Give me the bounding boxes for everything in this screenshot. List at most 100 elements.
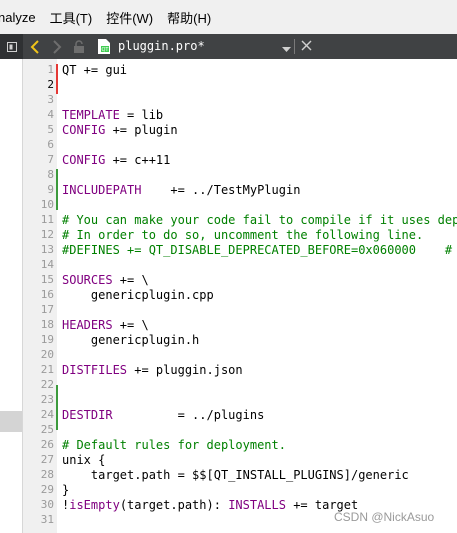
line-number: 3 bbox=[47, 93, 54, 106]
split-view-toggle-icon[interactable] bbox=[0, 34, 23, 59]
code-text: += \ bbox=[112, 318, 149, 332]
line-number: 6 bbox=[47, 138, 54, 151]
line-number: 8 bbox=[47, 168, 54, 181]
toolbar-separator bbox=[294, 39, 295, 54]
line-number-gutter: 1 2 3 4 5 6 7 8 9 10 11 12 13 14 15 16 17 18 19 20 21 22 23 24 2… bbox=[23, 59, 57, 533]
line-number: 7 bbox=[47, 153, 54, 166]
code-text: } bbox=[62, 483, 70, 497]
code-line[interactable]: CONFIG += plugin bbox=[62, 123, 178, 138]
code-comment: #DEFINES += QT_DISABLE_DEPRECATED_BEFORE… bbox=[62, 243, 457, 257]
line-number: 29 bbox=[40, 483, 54, 496]
lock-icon bbox=[73, 34, 85, 59]
line-number: 25 bbox=[40, 423, 54, 436]
code-text: += c++11 bbox=[105, 153, 171, 167]
code-comment: # You can make your code fail to compile… bbox=[62, 213, 457, 227]
code-text: genericplugin.h bbox=[62, 333, 200, 347]
menu-analyze[interactable]: nalyze bbox=[0, 10, 43, 25]
code-line[interactable]: INCLUDEPATH += ../TestMyPlugin bbox=[62, 183, 300, 198]
code-keyword: DISTFILES bbox=[62, 363, 128, 377]
back-arrow-icon[interactable] bbox=[30, 34, 40, 59]
line-number: 11 bbox=[40, 213, 54, 226]
code-line[interactable]: DESTDIR = ../plugins bbox=[62, 408, 264, 423]
line-number: 16 bbox=[40, 288, 54, 301]
code-keyword: CONFIG bbox=[62, 153, 106, 167]
line-number: 1 bbox=[47, 63, 54, 76]
line-number: 27 bbox=[40, 453, 54, 466]
code-keyword: DESTDIR bbox=[62, 408, 113, 422]
code-line[interactable]: #DEFINES += QT_DISABLE_DEPRECATED_BEFORE… bbox=[62, 243, 457, 258]
menu-help[interactable]: 帮助(H) bbox=[160, 8, 218, 27]
code-text: target.path = $$[QT_INSTALL_PLUGINS]/gen… bbox=[62, 468, 409, 482]
open-file-name[interactable]: pluggin.pro* bbox=[118, 34, 205, 59]
forward-arrow-icon[interactable] bbox=[52, 34, 62, 59]
code-keyword: TEMPLATE bbox=[62, 108, 120, 122]
code-text: QT += gui bbox=[62, 63, 128, 77]
line-number: 17 bbox=[40, 303, 54, 316]
code-text: += pluggin.json bbox=[127, 363, 243, 377]
code-keyword: SOURCES bbox=[62, 273, 113, 287]
line-number: 14 bbox=[40, 258, 54, 271]
code-line[interactable]: CONFIG += c++11 bbox=[62, 153, 170, 168]
line-number: 24 bbox=[40, 408, 54, 421]
code-editor[interactable]: QT += gui TEMPLATE = lib CONFIG += plugin C… bbox=[62, 59, 457, 533]
line-number: 20 bbox=[40, 348, 54, 361]
code-comment: # In order to do so, uncomment the follo… bbox=[62, 228, 424, 242]
line-number: 2 bbox=[47, 78, 54, 91]
code-text: += \ bbox=[112, 273, 149, 287]
code-line[interactable]: # In order to do so, uncomment the follo… bbox=[62, 228, 423, 243]
code-text: (target.path): bbox=[119, 498, 229, 512]
line-number: 5 bbox=[47, 123, 54, 136]
svg-text:QT: QT bbox=[102, 47, 110, 53]
line-number: 28 bbox=[40, 468, 54, 481]
code-text: += plugin bbox=[105, 123, 178, 137]
code-line[interactable]: QT += gui bbox=[62, 63, 127, 78]
line-number: 18 bbox=[40, 318, 54, 331]
code-line[interactable]: genericplugin.cpp bbox=[62, 288, 214, 303]
line-number: 26 bbox=[40, 438, 54, 451]
code-text: += ../TestMyPlugin bbox=[141, 183, 301, 197]
code-line[interactable]: DISTFILES += pluggin.json bbox=[62, 363, 243, 378]
qt-file-icon: QT bbox=[97, 39, 111, 54]
code-line[interactable]: TEMPLATE = lib bbox=[62, 108, 163, 123]
document-tab-bar: QT pluggin.pro* bbox=[0, 34, 457, 59]
code-text: genericplugin.cpp bbox=[62, 288, 214, 302]
menu-bar: nalyze 工具(T) 控件(W) 帮助(H) bbox=[0, 0, 457, 34]
menu-tools[interactable]: 工具(T) bbox=[43, 8, 100, 27]
chevron-down-icon[interactable] bbox=[282, 42, 291, 56]
code-line[interactable]: genericplugin.h bbox=[62, 333, 199, 348]
line-number: 12 bbox=[40, 228, 54, 241]
menu-widgets[interactable]: 控件(W) bbox=[99, 8, 160, 27]
code-line[interactable]: HEADERS += \ bbox=[62, 318, 149, 333]
line-number: 10 bbox=[40, 198, 54, 211]
watermark: CSDN @NickAsuo bbox=[334, 510, 435, 524]
code-line[interactable]: !isEmpty(target.path): INSTALLS += targe… bbox=[62, 498, 358, 513]
line-number: 22 bbox=[40, 378, 54, 391]
code-text: unix { bbox=[62, 453, 106, 467]
code-text: = ../plugins bbox=[112, 408, 265, 422]
close-document-icon[interactable] bbox=[300, 39, 313, 55]
code-line[interactable]: } bbox=[62, 483, 69, 498]
side-pane-selected-row[interactable] bbox=[0, 411, 22, 432]
code-function: isEmpty bbox=[69, 498, 120, 512]
code-keyword: INCLUDEPATH bbox=[62, 183, 142, 197]
line-number: 23 bbox=[40, 393, 54, 406]
line-number: 4 bbox=[47, 108, 54, 121]
code-keyword: CONFIG bbox=[62, 123, 106, 137]
code-keyword: INSTALLS bbox=[228, 498, 286, 512]
code-line[interactable]: SOURCES += \ bbox=[62, 273, 149, 288]
saved-change-marker bbox=[56, 169, 58, 210]
line-number: 31 bbox=[40, 513, 54, 526]
line-number: 21 bbox=[40, 363, 54, 376]
code-line[interactable]: target.path = $$[QT_INSTALL_PLUGINS]/gen… bbox=[62, 468, 409, 483]
code-line[interactable]: unix { bbox=[62, 453, 105, 468]
code-keyword: HEADERS bbox=[62, 318, 113, 332]
code-line[interactable]: # You can make your code fail to compile… bbox=[62, 213, 457, 228]
line-number: 13 bbox=[40, 243, 54, 256]
line-number: 9 bbox=[47, 183, 54, 196]
line-number: 15 bbox=[40, 273, 54, 286]
code-line[interactable]: # Default rules for deployment. bbox=[62, 438, 286, 453]
project-side-pane bbox=[0, 59, 23, 533]
saved-change-marker bbox=[56, 385, 58, 430]
code-comment: # Default rules for deployment. bbox=[62, 438, 286, 452]
modified-line-marker bbox=[56, 64, 58, 94]
